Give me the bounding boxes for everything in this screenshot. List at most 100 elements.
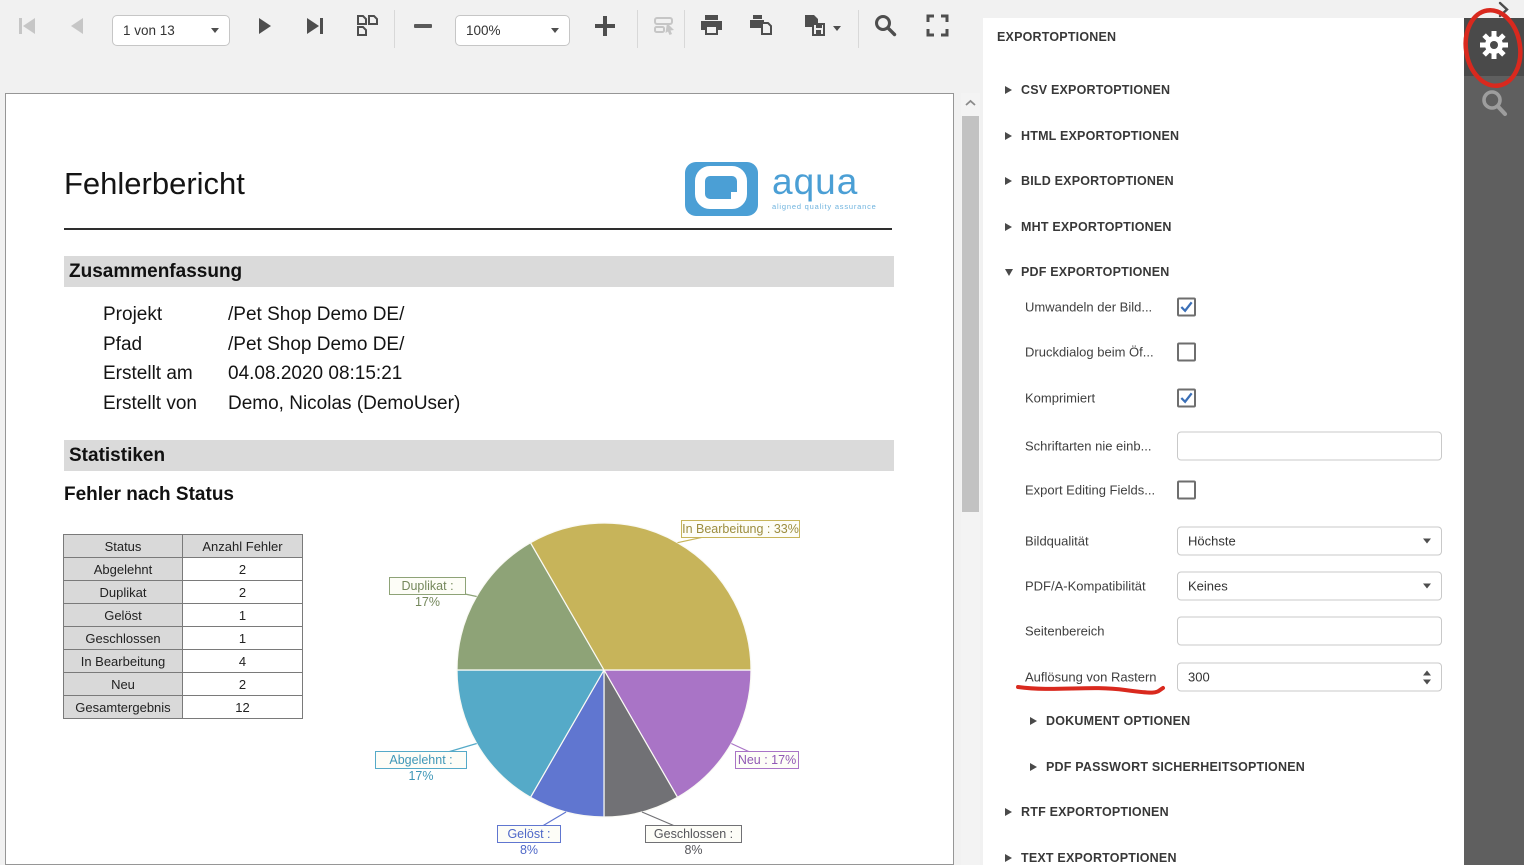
first-page-icon [14, 13, 40, 44]
report-title: Fehlerbericht [64, 166, 245, 202]
table-row: Abgelehnt2 [64, 558, 303, 581]
statistics-heading-label: Statistiken [64, 445, 165, 467]
section-label: CSV EXPORTOPTIONEN [1021, 83, 1170, 97]
panel-section-bild-exportoptionen[interactable]: BILD EXPORTOPTIONEN [1005, 158, 1174, 204]
statistics-section-header: Statistiken [64, 440, 894, 471]
panel-section-csv-exportoptionen[interactable]: CSV EXPORTOPTIONEN [1005, 67, 1170, 113]
pie-chart-svg [371, 506, 811, 856]
print-page-icon [747, 12, 775, 45]
input-seitenbereich[interactable] [1177, 617, 1442, 646]
field-row-bildqualität: BildqualitätHöchste [983, 518, 1453, 564]
field-label: PDF/A-Kompatibilität [1025, 579, 1146, 594]
multi-page-view-button[interactable] [348, 8, 386, 48]
section-label: MHT EXPORTOPTIONEN [1021, 220, 1172, 234]
section-label: RTF EXPORTOPTIONEN [1021, 805, 1169, 819]
chevron-collapsed-icon [1005, 808, 1012, 816]
export-icon [800, 12, 830, 45]
select-bildqualität[interactable]: Höchste [1177, 527, 1442, 556]
page-selector[interactable]: 1 von 13 [112, 15, 230, 46]
zoom-out-button[interactable] [404, 8, 442, 48]
printer-icon [698, 12, 725, 44]
last-page-icon [302, 13, 328, 44]
export-button[interactable] [794, 8, 846, 48]
toolbar-separator [637, 10, 638, 48]
search-tab[interactable] [1464, 76, 1524, 134]
zoom-selector[interactable]: 100% [455, 15, 570, 46]
summary-label: Pfad [103, 334, 228, 356]
section-label: BILD EXPORTOPTIONEN [1021, 174, 1174, 188]
gear-icon [1478, 29, 1510, 66]
print-page-button[interactable] [742, 8, 780, 48]
chevron-collapsed-icon [1005, 223, 1012, 231]
chart-heading: Fehler nach Status [64, 484, 234, 506]
status-pie-chart: Neu : 17%Geschlossen : 8%Gelöst : 8%Abge… [371, 506, 811, 856]
full-screen-button[interactable] [918, 8, 956, 48]
magnifier-icon [1478, 87, 1510, 124]
aqua-logo-mark [685, 162, 758, 216]
print-button[interactable] [692, 8, 730, 48]
highlight-editing-fields-button[interactable] [646, 8, 684, 48]
vertical-scrollbar[interactable] [961, 93, 980, 865]
field-label: Auflösung von Rastern [1025, 670, 1157, 685]
export-options-tab[interactable] [1464, 18, 1524, 76]
panel-section-rtf-exportoptionen[interactable]: RTF EXPORTOPTIONEN [1005, 789, 1169, 835]
input-schriftarten-nie-einb[interactable] [1177, 432, 1442, 461]
previous-page-icon [64, 13, 90, 44]
chevron-down-icon [551, 28, 559, 33]
panel-section-html-exportoptionen[interactable]: HTML EXPORTOPTIONEN [1005, 113, 1179, 159]
panel-section-text-exportoptionen[interactable]: TEXT EXPORTOPTIONEN [1005, 835, 1177, 865]
chevron-collapsed-icon [1005, 177, 1012, 185]
editing-fields-icon [652, 12, 679, 44]
select-pdf-a-kompatibilität[interactable]: Keines [1177, 572, 1442, 601]
chevron-expanded-icon [1005, 269, 1013, 276]
checkbox-druckdialog-beim-öf[interactable] [1177, 343, 1196, 362]
chevron-collapsed-icon [1030, 717, 1037, 725]
panel-section-pdf-passwort-sicherheitsoptionen[interactable]: PDF PASSWORT SICHERHEITSOPTIONEN [1030, 744, 1305, 790]
spinner-auflösung-von-rastern[interactable]: 300 [1177, 663, 1442, 692]
magnifier-icon [872, 12, 899, 44]
field-row-seitenbereich: Seitenbereich [983, 608, 1453, 654]
spinner-down-icon[interactable] [1423, 679, 1431, 684]
checkbox-komprimiert[interactable] [1177, 389, 1196, 408]
select-value: Keines [1188, 579, 1228, 594]
table-cell: 2 [183, 581, 303, 604]
field-label: Export Editing Fields... [1025, 483, 1155, 498]
panel-section-mht-exportoptionen[interactable]: MHT EXPORTOPTIONEN [1005, 204, 1172, 250]
minus-icon [410, 13, 436, 44]
summary-label: Erstellt von [103, 393, 228, 415]
toolbar-separator [684, 10, 685, 48]
zoom-in-button[interactable] [586, 8, 624, 48]
checkbox-umwandeln-der-bild[interactable] [1177, 298, 1196, 317]
page-selector-value: 1 von 13 [123, 23, 175, 38]
previous-page-button[interactable] [58, 8, 96, 48]
summary-label: Projekt [103, 304, 228, 326]
checkmark-icon [1179, 391, 1194, 406]
multi-page-icon [354, 12, 381, 44]
last-page-button[interactable] [296, 8, 334, 48]
pie-callout-gelöst: Gelöst : 8% [497, 825, 561, 843]
pie-callout-duplikat: Duplikat : 17% [389, 577, 466, 595]
table-row: Neu2 [64, 673, 303, 696]
scroll-up-button[interactable] [961, 93, 980, 113]
search-button[interactable] [866, 8, 904, 48]
title-rule [64, 228, 892, 230]
table-cell: 1 [183, 604, 303, 627]
field-label: Druckdialog beim Öf... [1025, 345, 1154, 360]
checkmark-icon [1179, 300, 1194, 315]
next-page-button[interactable] [246, 8, 284, 48]
spinner-arrows[interactable] [1423, 670, 1431, 684]
summary-row-erstellt-am: Erstellt am04.08.2020 08:15:21 [103, 359, 402, 389]
table-cell: Gelöst [64, 604, 183, 627]
panel-section-dokument-optionen[interactable]: DOKUMENT OPTIONEN [1030, 698, 1190, 744]
spinner-up-icon[interactable] [1423, 670, 1431, 675]
field-row-schriftarten-nie-einb: Schriftarten nie einb... [983, 423, 1453, 469]
checkbox-export-editing-fields[interactable] [1177, 481, 1196, 500]
first-page-button[interactable] [8, 8, 46, 48]
spinner-value: 300 [1188, 670, 1210, 685]
aqua-logo: aqua aligned quality assurance [685, 162, 877, 216]
collapse-panel-chevron[interactable] [1498, 1, 1510, 18]
scrollbar-thumb[interactable] [962, 116, 979, 512]
table-row: Gesamtergebnis12 [64, 696, 303, 719]
chevron-down-icon [1423, 539, 1431, 544]
zoom-selector-value: 100% [466, 23, 501, 38]
